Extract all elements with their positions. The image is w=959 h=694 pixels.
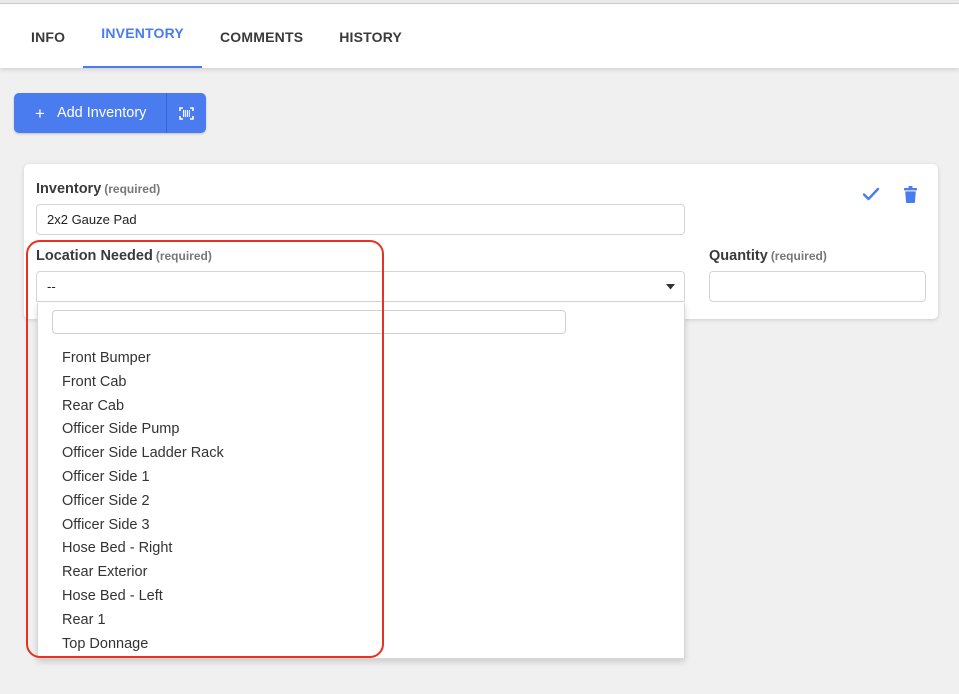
required-note: (required) — [155, 249, 212, 263]
add-inventory-label: Add Inventory — [56, 105, 147, 121]
dropdown-option[interactable]: Hose Bed - Left — [38, 585, 684, 609]
tab-info[interactable]: INFO — [13, 4, 83, 68]
dropdown-option[interactable]: Officer Side 3 — [38, 514, 684, 538]
barcode-scan-button[interactable] — [166, 93, 206, 133]
dropdown-option[interactable]: Rear Exterior — [38, 561, 684, 585]
dropdown-option[interactable]: Officer Side 2 — [38, 490, 684, 514]
trash-icon — [904, 186, 917, 203]
inventory-label: Inventory (required) — [36, 181, 160, 197]
add-inventory-button[interactable]: + Add Inventory — [14, 93, 166, 133]
dropdown-option[interactable]: Rear Cab — [38, 395, 684, 419]
location-dropdown: Front Bumper Front Cab Rear Cab Officer … — [37, 303, 685, 659]
location-select-value: -- — [47, 279, 56, 294]
location-needed-label-text: Location Needed — [36, 248, 153, 264]
plus-icon: + — [35, 103, 45, 123]
tab-comments[interactable]: COMMENTS — [202, 4, 321, 68]
tab-label: INFO — [31, 28, 66, 45]
inventory-input[interactable]: 2x2 Gauze Pad — [36, 204, 685, 235]
dropdown-option[interactable]: Front Cab — [38, 371, 684, 395]
location-needed-select[interactable]: -- — [36, 271, 685, 302]
tab-label: HISTORY — [339, 28, 403, 45]
check-icon — [862, 187, 880, 201]
inventory-item-card: Inventory (required) 2x2 Gauze Pad Locati… — [24, 164, 938, 319]
inventory-input-value: 2x2 Gauze Pad — [47, 212, 137, 227]
dropdown-option[interactable]: Top Donnage — [38, 633, 684, 657]
required-note: (required) — [104, 182, 161, 196]
dropdown-option[interactable]: Hose Bed - Right — [38, 537, 684, 561]
add-inventory-button-group: + Add Inventory — [14, 93, 206, 133]
dropdown-option[interactable]: Front Bumper — [38, 347, 684, 371]
tab-inventory[interactable]: INVENTORY — [83, 4, 202, 68]
quantity-label: Quantity (required) — [709, 248, 827, 264]
barcode-scan-icon — [179, 106, 194, 120]
dropdown-option[interactable]: Rear 1 — [38, 609, 684, 633]
dropdown-search-input[interactable] — [52, 310, 566, 334]
confirm-button[interactable] — [862, 187, 880, 206]
inventory-label-text: Inventory — [36, 181, 102, 197]
tab-history[interactable]: HISTORY — [321, 4, 420, 68]
required-note: (required) — [770, 249, 827, 263]
quantity-label-text: Quantity — [709, 248, 768, 264]
caret-down-icon — [666, 284, 675, 290]
location-needed-label: Location Needed (required) — [36, 248, 212, 264]
dropdown-option[interactable]: Officer Side Ladder Rack — [38, 442, 684, 466]
dropdown-option[interactable]: Officer Side Pump — [38, 418, 684, 442]
quantity-input[interactable] — [709, 271, 926, 302]
tab-label: COMMENTS — [219, 28, 304, 45]
dropdown-options-list: Front Bumper Front Cab Rear Cab Officer … — [38, 347, 684, 656]
delete-button[interactable] — [904, 186, 917, 208]
tab-label: INVENTORY — [101, 24, 184, 41]
dropdown-option[interactable]: Officer Side 1 — [38, 466, 684, 490]
tab-bar: INFO INVENTORY COMMENTS HISTORY — [0, 4, 959, 68]
